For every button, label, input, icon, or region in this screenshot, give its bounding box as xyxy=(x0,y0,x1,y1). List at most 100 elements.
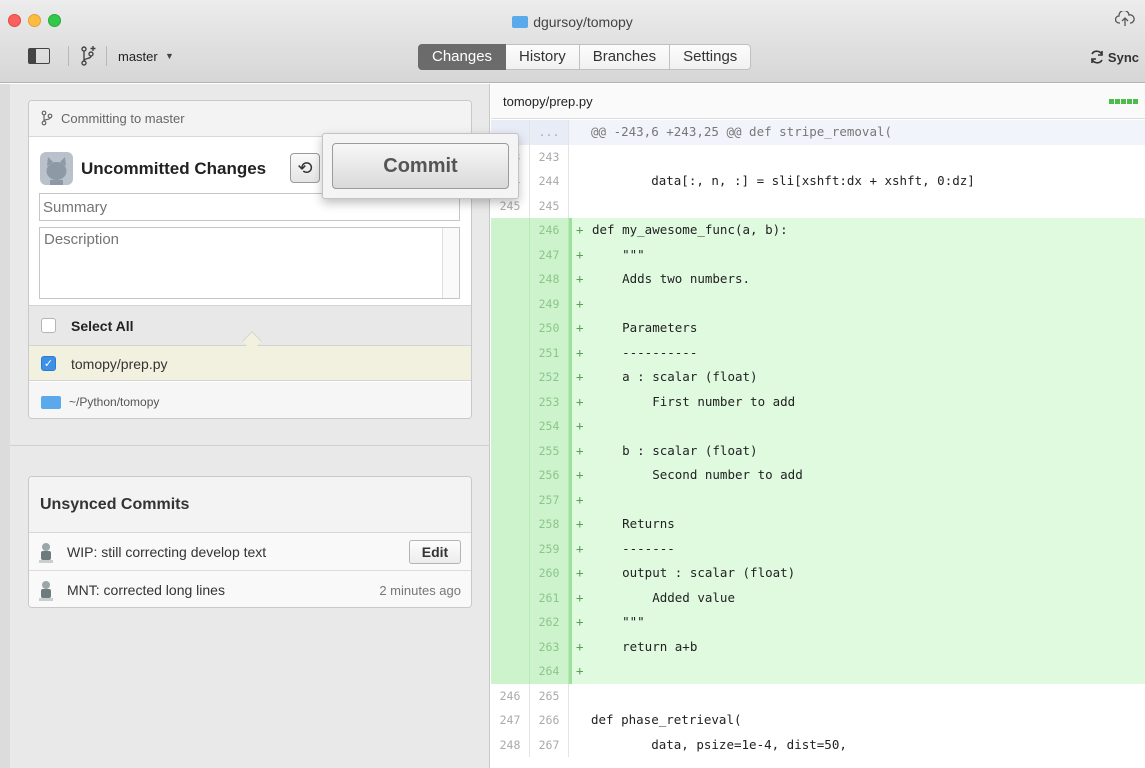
diff-added-line[interactable]: 256 + Second number to add xyxy=(491,463,1145,488)
toolbar-divider xyxy=(68,46,69,66)
file-name: tomopy/prep.py xyxy=(71,356,168,372)
branch-selector[interactable]: master xyxy=(118,49,158,64)
tab-changes[interactable]: Changes xyxy=(418,44,507,70)
new-line-number: 245 xyxy=(530,193,569,218)
diff-added-line[interactable]: 253 + First number to add xyxy=(491,389,1145,414)
select-all-checkbox[interactable] xyxy=(41,318,56,333)
diff-context-line[interactable]: 245 245 xyxy=(491,193,1145,218)
plus-marker: + xyxy=(576,442,584,458)
new-line-number: 265 xyxy=(530,683,569,708)
diff-added-line[interactable]: 264 + xyxy=(491,659,1145,684)
tab-branches[interactable]: Branches xyxy=(579,44,671,70)
plus-marker: + xyxy=(576,516,584,531)
new-line-number: 243 xyxy=(530,144,569,169)
old-line-number xyxy=(491,267,530,292)
description-scrollbar[interactable] xyxy=(442,228,459,298)
diff-file-header: tomopy/prep.py xyxy=(491,84,1145,119)
commit-row[interactable]: MNT: corrected long lines 2 minutes ago xyxy=(29,571,471,607)
sync-icon xyxy=(1091,50,1103,64)
plus-marker: + xyxy=(576,393,584,409)
old-line-number xyxy=(491,414,530,439)
new-line-number: 256 xyxy=(530,463,569,488)
diff-view: tomopy/prep.py ...... @@ -243,6 +243,25 @… xyxy=(491,84,1145,768)
diff-added-line[interactable]: 248 + Adds two numbers. xyxy=(491,267,1145,292)
diff-added-line[interactable]: 246 + def my_awesome_func(a, b): xyxy=(491,218,1145,243)
old-line-number xyxy=(491,316,530,341)
edit-commit-button[interactable]: Edit xyxy=(409,540,461,564)
unsynced-commits-panel: Unsynced Commits WIP: still correcting d… xyxy=(28,476,472,608)
discard-changes-button[interactable]: ⟲ xyxy=(290,153,320,183)
sidebar-edge xyxy=(0,84,10,768)
old-line-number xyxy=(491,218,530,243)
plus-marker: + xyxy=(576,246,584,262)
commit-timestamp: 2 minutes ago xyxy=(379,583,461,598)
octocat-icon xyxy=(46,157,67,185)
sync-button[interactable]: Sync xyxy=(1089,49,1139,65)
diff-added-line[interactable]: 254 + xyxy=(491,414,1145,439)
old-line-number xyxy=(491,585,530,610)
diff-context-line[interactable]: 248 267 data, psize=1e-4, dist=50, xyxy=(491,732,1145,757)
toggle-sidebar-icon[interactable] xyxy=(28,48,50,64)
old-line-number xyxy=(491,389,530,414)
new-line-number: 246 xyxy=(530,218,569,243)
folder-icon xyxy=(512,16,529,28)
diff-lines: ...... @@ -243,6 +243,25 @@ def stripe_re… xyxy=(491,120,1145,757)
new-line-number: 247 xyxy=(530,242,569,267)
code-text: Parameters xyxy=(592,320,698,335)
diff-added-line[interactable]: 263 + return a+b xyxy=(491,634,1145,659)
plus-marker: + xyxy=(576,540,584,556)
repository-path-row[interactable]: ~/Python/tomopy xyxy=(29,382,471,418)
diff-added-line[interactable]: 260 + output : scalar (float) xyxy=(491,561,1145,586)
diff-context-line[interactable]: 243243 xyxy=(491,144,1145,169)
avatar xyxy=(39,543,53,563)
diff-context-line[interactable]: 244244 data[:, n, :] = sli[xshft:dx + xs… xyxy=(491,169,1145,194)
diff-context-line[interactable]: 246 265 xyxy=(491,683,1145,708)
diff-added-line[interactable]: 250 + Parameters xyxy=(491,316,1145,341)
repository-path: ~/Python/tomopy xyxy=(69,395,160,409)
commit-button[interactable]: Commit xyxy=(332,143,509,189)
code-text: data, psize=1e-4, dist=50, xyxy=(591,736,847,752)
commit-row[interactable]: WIP: still correcting develop text Edit xyxy=(29,533,471,571)
diff-added-line[interactable]: 261 + Added value xyxy=(491,585,1145,610)
toolbar-divider xyxy=(106,46,107,66)
code-text: output : scalar (float) xyxy=(592,565,796,580)
diff-added-line[interactable]: 249 + xyxy=(491,291,1145,316)
code-text: Adds two numbers. xyxy=(592,271,751,286)
new-line-number: 261 xyxy=(530,585,569,610)
diff-added-line[interactable]: 255 + b : scalar (float) xyxy=(491,438,1145,463)
committing-label: Committing to master xyxy=(61,111,185,126)
diff-added-line[interactable]: 258 + Returns xyxy=(491,512,1145,537)
tab-history[interactable]: History xyxy=(506,44,580,70)
new-line-number: 264 xyxy=(530,659,569,684)
new-line-number: 248 xyxy=(530,267,569,292)
old-line-number: 246 xyxy=(491,683,530,708)
plus-marker: + xyxy=(576,344,584,360)
diff-added-line[interactable]: 251 + ---------- xyxy=(491,340,1145,365)
old-line-number: 247 xyxy=(491,708,530,733)
tab-settings[interactable]: Settings xyxy=(670,44,752,70)
file-checkbox[interactable]: ✓ xyxy=(41,356,56,371)
description-input[interactable] xyxy=(39,227,460,299)
chevron-down-icon[interactable]: ▼ xyxy=(165,51,174,61)
diff-added-line[interactable]: 257 + xyxy=(491,487,1145,512)
diff-context-line[interactable]: 247 266 def phase_retrieval( xyxy=(491,708,1145,733)
code-text: b : scalar (float) xyxy=(592,442,758,458)
plus-marker: + xyxy=(576,491,584,507)
code-text: def phase_retrieval( xyxy=(591,712,742,727)
plus-marker: + xyxy=(576,222,584,237)
new-branch-icon[interactable] xyxy=(80,45,96,67)
diff-added-line[interactable]: 247 + """ xyxy=(491,242,1145,267)
old-line-number xyxy=(491,463,530,488)
diff-added-line[interactable]: 259 + ------- xyxy=(491,536,1145,561)
diff-hunk-header[interactable]: ...... @@ -243,6 +243,25 @@ def stripe_re… xyxy=(491,120,1145,145)
new-line-number: 260 xyxy=(530,561,569,586)
commit-popover: Commit xyxy=(322,133,519,199)
cloud-publish-icon[interactable] xyxy=(1115,11,1135,27)
diff-added-line[interactable]: 252 + a : scalar (float) xyxy=(491,365,1145,390)
plus-marker: + xyxy=(576,589,584,605)
diff-added-line[interactable]: 262 + """ xyxy=(491,610,1145,635)
old-line-number xyxy=(491,438,530,463)
old-line-number xyxy=(491,340,530,365)
plus-marker: + xyxy=(576,565,584,580)
diff-file-name: tomopy/prep.py xyxy=(503,94,593,109)
